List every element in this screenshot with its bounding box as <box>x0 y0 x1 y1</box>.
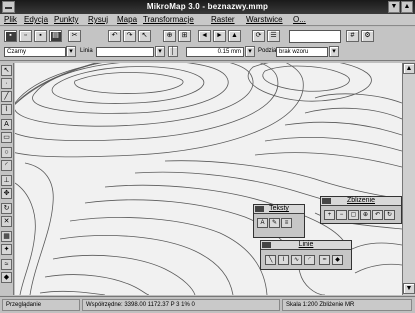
maximize-button[interactable]: ▲ <box>401 1 413 13</box>
line-node-icon[interactable]: ◆ <box>332 255 343 265</box>
move-tool[interactable]: ✥ <box>1 188 12 199</box>
undo-button[interactable]: ↶ <box>108 30 121 42</box>
rotate-tool[interactable]: ↻ <box>1 203 12 214</box>
menu-raster[interactable]: Raster <box>211 15 235 24</box>
width-dropdown-icon[interactable]: ▾ <box>245 46 255 57</box>
zoom-in-button[interactable]: ⊕ <box>163 30 176 42</box>
pan-up-button[interactable]: ▲ <box>228 30 241 42</box>
arrow-tool-button[interactable]: ↖ <box>138 30 151 42</box>
palette-linie[interactable]: Linie ╲ ⌇ ∿ ◜ ┅ ◆ <box>260 240 352 270</box>
line-tool[interactable]: ╱ <box>1 91 12 102</box>
erase-tool[interactable]: ✕ <box>1 216 12 227</box>
map-canvas[interactable]: Teksty A ✎ ≡ Zbliżenie + − ▢ ⊕ ↶ ↻ Linie… <box>15 63 402 295</box>
line-dashed-icon[interactable]: ┅ <box>319 255 330 265</box>
scroll-up-icon[interactable]: ▲ <box>403 63 415 74</box>
color-dropdown-icon[interactable]: ▾ <box>66 46 76 57</box>
zoom-window-button[interactable]: ⊞ <box>178 30 191 42</box>
menu-transformacje[interactable]: Transformacje <box>143 15 194 24</box>
symbol-tool[interactable]: ✦ <box>1 244 12 255</box>
line-width-icon[interactable]: │ <box>168 46 178 57</box>
title-bar[interactable]: MikroMap 3.0 - beznazwy.mmp ▼ ▲ <box>0 0 415 14</box>
main-window: MikroMap 3.0 - beznazwy.mmp ▼ ▲ Plik Edy… <box>0 0 415 313</box>
text-edit-icon[interactable]: ✎ <box>269 218 280 228</box>
status-scale: Skala 1:200 Zbliżenie MR <box>282 299 412 311</box>
cut-button[interactable]: ✂ <box>68 30 81 42</box>
new-file-button[interactable]: ▪ <box>4 30 17 42</box>
zoom-refresh-icon[interactable]: ↻ <box>384 210 395 220</box>
view-selector[interactable] <box>289 30 341 43</box>
rectangle-tool[interactable]: ▭ <box>1 132 12 143</box>
redo-button[interactable]: ↷ <box>123 30 136 42</box>
toolbar: ▪ ▫ ▪ ▤ ✂ ↶ ↷ ↖ ⊕ ⊞ ◄ ► ▲ ⟳ ☰ # ⚙ Czarny… <box>0 27 415 61</box>
zoom-previous-icon[interactable]: ↶ <box>372 210 383 220</box>
refresh-button[interactable]: ⟳ <box>252 30 265 42</box>
hatch-dropdown-icon[interactable]: ▾ <box>329 46 339 57</box>
palette-zblizenie[interactable]: Zbliżenie + − ▢ ⊕ ↶ ↻ <box>320 196 402 224</box>
print-button[interactable]: ▤ <box>49 30 62 42</box>
text-tool[interactable]: A <box>1 119 12 130</box>
measure-tool[interactable]: ⊥ <box>1 175 12 186</box>
zoom-out-icon[interactable]: − <box>336 210 347 220</box>
menu-bar: Plik Edycja Punkty Rysuj Mapa Transforma… <box>0 14 415 26</box>
hatch-select[interactable]: brak wzoru <box>276 47 328 57</box>
open-file-button[interactable]: ▫ <box>19 30 32 42</box>
palette-close-icon[interactable] <box>255 206 264 212</box>
menu-warstwice[interactable]: Warstwice <box>246 15 283 24</box>
line-style-select[interactable] <box>96 47 154 57</box>
window-title: MikroMap 3.0 - beznazwy.mmp <box>146 2 269 11</box>
contour-tool[interactable]: ≈ <box>1 259 12 270</box>
line-curve-icon[interactable]: ∿ <box>291 255 302 265</box>
text-style-icon[interactable]: ≡ <box>281 218 292 228</box>
select-tool[interactable]: ↖ <box>1 65 12 76</box>
menu-edycja[interactable]: Edycja <box>24 15 48 24</box>
color-select[interactable]: Czarny <box>4 47 66 57</box>
palette-teksty-title[interactable]: Teksty <box>254 205 304 214</box>
settings-button[interactable]: ⚙ <box>361 30 374 42</box>
menu-mapa[interactable]: Mapa <box>117 15 137 24</box>
menu-o-programie[interactable]: O... <box>293 15 306 24</box>
grid-button[interactable]: # <box>346 30 359 42</box>
zoom-window-icon[interactable]: ▢ <box>348 210 359 220</box>
palette-teksty[interactable]: Teksty A ✎ ≡ <box>253 204 305 238</box>
palette-close-icon[interactable] <box>322 198 331 204</box>
pan-left-button[interactable]: ◄ <box>198 30 211 42</box>
status-coordinates: Współrzędne: 3398.00 1172.37 P 3 1% 0 <box>82 299 280 311</box>
hatch-label: Podział <box>258 48 278 54</box>
minimize-button[interactable]: ▼ <box>388 1 400 13</box>
arc-tool[interactable]: ◜ <box>1 160 12 171</box>
menu-rysuj[interactable]: Rysuj <box>88 15 108 24</box>
line-straight-icon[interactable]: ╲ <box>265 255 276 265</box>
pan-right-button[interactable]: ► <box>213 30 226 42</box>
scroll-down-icon[interactable]: ▼ <box>403 283 415 294</box>
line-dropdown-icon[interactable]: ▾ <box>155 46 165 57</box>
tool-palette-left: ↖ · ╱ ⌇ A ▭ ○ ◜ ⊥ ✥ ↻ ✕ ▦ ✦ ≈ ◆ <box>0 63 14 295</box>
palette-zblizenie-title[interactable]: Zbliżenie <box>321 197 401 206</box>
zoom-all-icon[interactable]: ⊕ <box>360 210 371 220</box>
status-mode: Przeglądanie <box>2 299 80 311</box>
menu-plik[interactable]: Plik <box>4 15 17 24</box>
menu-punkty[interactable]: Punkty <box>54 15 78 24</box>
line-label: Linia <box>80 48 93 54</box>
save-button[interactable]: ▪ <box>34 30 47 42</box>
zoom-in-icon[interactable]: + <box>324 210 335 220</box>
palette-close-icon[interactable] <box>262 242 271 248</box>
circle-tool[interactable]: ○ <box>1 147 12 158</box>
status-bar: Przeglądanie Współrzędne: 3398.00 1172.3… <box>0 296 415 313</box>
point-tool[interactable]: · <box>1 78 12 89</box>
vertical-scrollbar[interactable]: ▲ ▼ <box>402 63 415 295</box>
text-insert-icon[interactable]: A <box>257 218 268 228</box>
fill-tool[interactable]: ▦ <box>1 231 12 242</box>
line-poly-icon[interactable]: ⌇ <box>278 255 289 265</box>
layers-button[interactable]: ☰ <box>267 30 280 42</box>
line-arc-icon[interactable]: ◜ <box>304 255 315 265</box>
width-input[interactable]: 0.15 mm <box>186 47 244 57</box>
polyline-tool[interactable]: ⌇ <box>1 104 12 115</box>
node-tool[interactable]: ◆ <box>1 272 12 283</box>
palette-linie-title[interactable]: Linie <box>261 241 351 250</box>
